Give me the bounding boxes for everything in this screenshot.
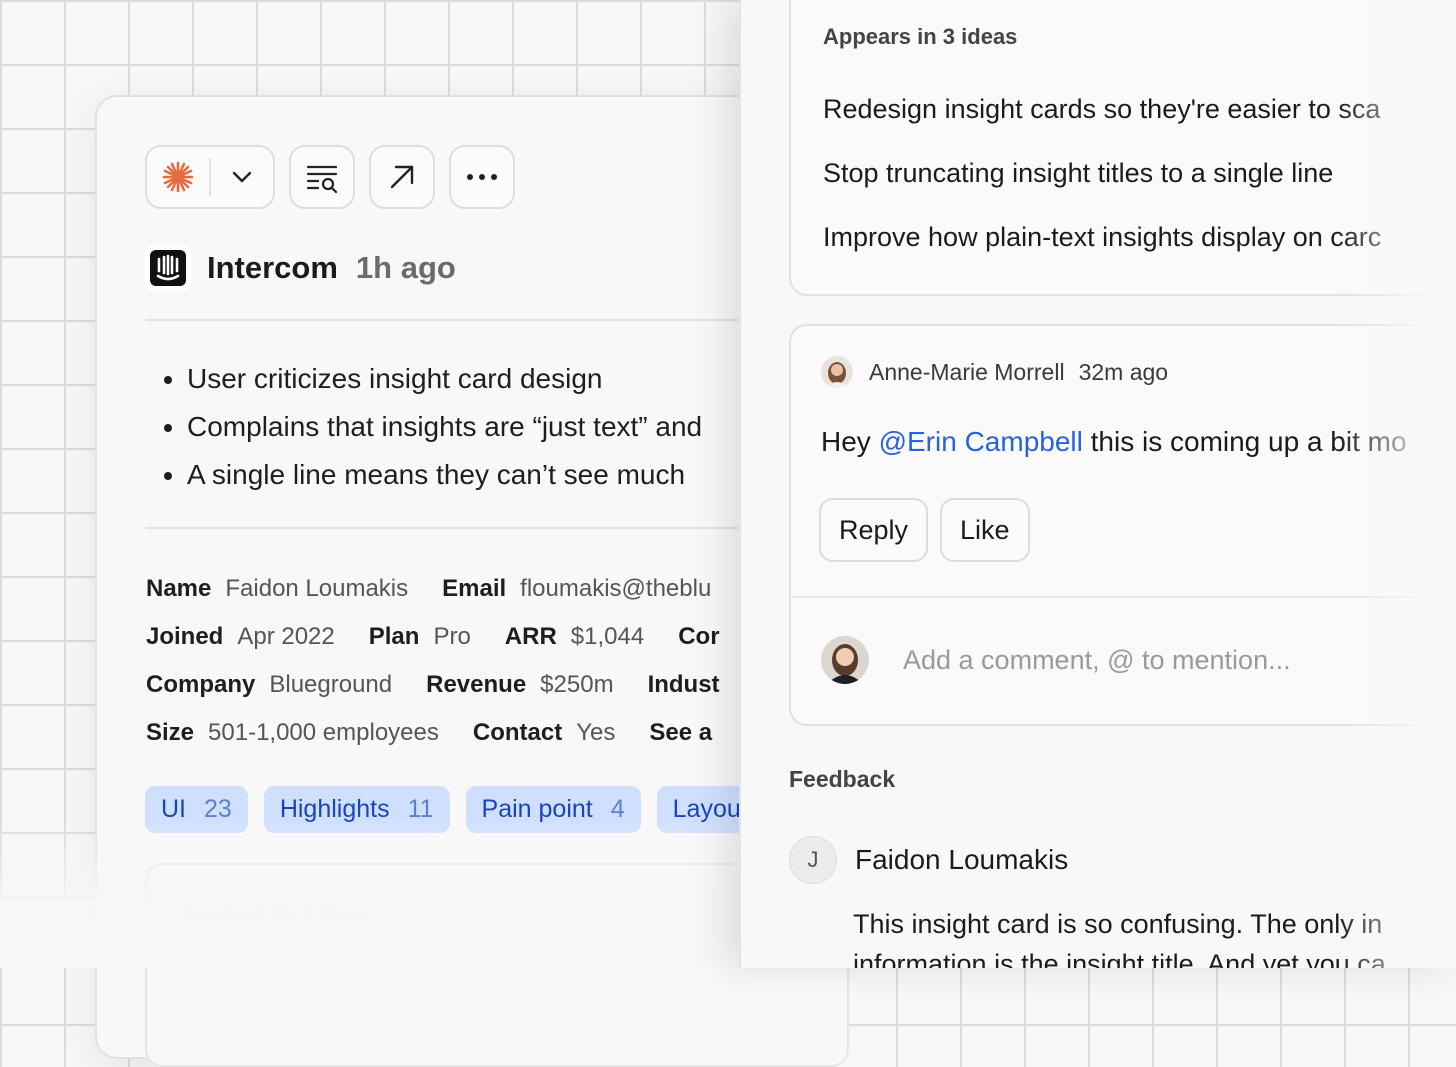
more-options-button[interactable] xyxy=(449,145,515,209)
meta-key: Company xyxy=(146,671,256,698)
meta-value: $1,044 xyxy=(570,623,645,650)
more-horizontal-icon xyxy=(467,174,497,180)
like-button[interactable]: Like xyxy=(940,498,1030,562)
chevron-down-icon xyxy=(232,171,252,183)
meta-value: Faidon Loumakis xyxy=(225,575,409,602)
ai-sparkle-button[interactable] xyxy=(147,147,209,207)
tag-label: UI xyxy=(161,795,186,823)
avatar: J xyxy=(789,836,837,884)
ai-dropdown-button[interactable] xyxy=(211,147,273,207)
meta-value: Apr 2022 xyxy=(237,623,335,650)
feedback-text-line: information is the insight title. And ye… xyxy=(853,949,1386,968)
feedback-body: This insight card is so confusing. The o… xyxy=(853,904,1386,968)
meta-value: 501-1,000 employees xyxy=(208,719,439,746)
feedback-author: Faidon Loumakis xyxy=(855,844,1069,875)
tag-count: 4 xyxy=(610,795,625,823)
tag-chip[interactable]: Pain point 4 xyxy=(465,786,641,833)
comment-body: Hey @Erin Campbell this is coming up a b… xyxy=(821,426,1407,458)
open-external-button[interactable] xyxy=(369,145,435,209)
linked-ideas-card: Appears in 3 ideas Redesign insight card… xyxy=(789,0,1456,296)
idea-link[interactable]: Redesign insight cards so they're easier… xyxy=(823,94,1380,125)
summary-divider xyxy=(145,527,817,529)
meta-key: Size xyxy=(146,719,195,746)
meta-key: Name xyxy=(146,575,212,602)
tag-count: 11 xyxy=(407,795,434,823)
comment-thread-card: Anne-Marie Morrell 32m ago Hey @Erin Cam… xyxy=(789,324,1456,726)
add-comment-row xyxy=(821,636,1405,684)
avatar xyxy=(821,636,869,684)
feedback-section-label: Feedback xyxy=(789,766,896,792)
feedback-header: J Faidon Loumakis xyxy=(789,836,1068,884)
meta-key: Plan xyxy=(368,623,420,650)
meta-key: Revenue xyxy=(426,671,527,698)
metadata-row: Name Faidon Loumakis Email floumakis@thebl… xyxy=(146,565,768,613)
ideas-preview-title: Appears in 3 ideas xyxy=(179,901,374,926)
meta-key: Cor xyxy=(678,623,720,650)
meta-value[interactable]: floumakis@theblu xyxy=(520,575,711,602)
comment-time: 32m ago xyxy=(1078,358,1169,385)
comment-text: this is coming up a bit mo xyxy=(1082,426,1407,457)
idea-link[interactable]: Stop truncating insight titles to a sing… xyxy=(823,158,1333,189)
meta-key: ARR xyxy=(504,623,557,650)
insight-card: Intercom 1h ago User criticizes insight … xyxy=(95,95,849,1067)
avatar xyxy=(821,356,853,388)
customer-metadata: Name Faidon Loumakis Email floumakis@thebl… xyxy=(146,565,768,757)
meta-value: $250m xyxy=(540,671,614,698)
comment-text: Hey xyxy=(821,426,879,457)
meta-value: Yes xyxy=(576,719,616,746)
meta-key: Joined xyxy=(146,623,224,650)
sparkle-icon xyxy=(162,161,194,193)
tag-label: Highlights xyxy=(279,795,390,823)
meta-key: Indust xyxy=(647,671,720,698)
find-in-text-button[interactable] xyxy=(289,145,355,209)
see-all-link[interactable]: See a xyxy=(649,719,712,746)
tag-list: UI 23 Highlights 11 Pain point 4 Layou xyxy=(145,786,757,833)
meta-value: Blueground xyxy=(269,671,393,698)
metadata-row: Joined Apr 2022 Plan Pro ARR $1,044 Cor xyxy=(146,613,768,661)
source-time: 1h ago xyxy=(355,250,456,285)
detail-panel: Appears in 3 ideas Redesign insight card… xyxy=(739,0,1456,968)
meta-value: Pro xyxy=(433,623,471,650)
mention-link[interactable]: @Erin Campbell xyxy=(879,426,1083,457)
tag-chip[interactable]: Highlights 11 xyxy=(263,786,450,833)
tag-label: Layou xyxy=(672,795,741,823)
comment-actions: Reply Like xyxy=(819,498,1030,562)
feedback-text-line: This insight card is so confusing. The o… xyxy=(853,909,1383,939)
tag-count: 23 xyxy=(204,795,232,823)
header-divider xyxy=(145,319,817,321)
meta-key: Email xyxy=(442,575,507,602)
list-item: A single line means they can’t see much xyxy=(187,451,702,499)
insight-summary-list: User criticizes insight card design Comp… xyxy=(145,355,702,499)
tag-chip[interactable]: UI 23 xyxy=(145,786,248,833)
list-item: Complains that insights are “just text” … xyxy=(187,403,702,451)
reply-button[interactable]: Reply xyxy=(819,498,929,562)
comment-divider xyxy=(791,596,1456,598)
comment-author: Anne-Marie Morrell xyxy=(869,358,1065,385)
add-comment-input[interactable] xyxy=(901,643,1405,677)
ai-split-button[interactable] xyxy=(145,145,275,209)
search-lines-icon xyxy=(306,165,338,194)
linked-ideas-title: Appears in 3 ideas xyxy=(823,24,1018,49)
metadata-row: Company Blueground Revenue $250m Indust xyxy=(146,661,768,709)
arrow-up-right-icon xyxy=(390,165,414,189)
source-header: Intercom 1h ago xyxy=(145,245,456,291)
list-item: User criticizes insight card design xyxy=(187,355,702,403)
metadata-row: Size 501-1,000 employees Contact Yes See a xyxy=(146,709,768,757)
idea-link[interactable]: Improve how plain-text insights display … xyxy=(823,222,1381,253)
tag-label: Pain point xyxy=(481,795,593,823)
intercom-logo-icon xyxy=(145,245,191,291)
source-name: Intercom xyxy=(207,250,338,285)
meta-key: Contact xyxy=(472,719,563,746)
insight-toolbar xyxy=(145,145,515,209)
comment-header: Anne-Marie Morrell 32m ago xyxy=(821,356,1168,388)
